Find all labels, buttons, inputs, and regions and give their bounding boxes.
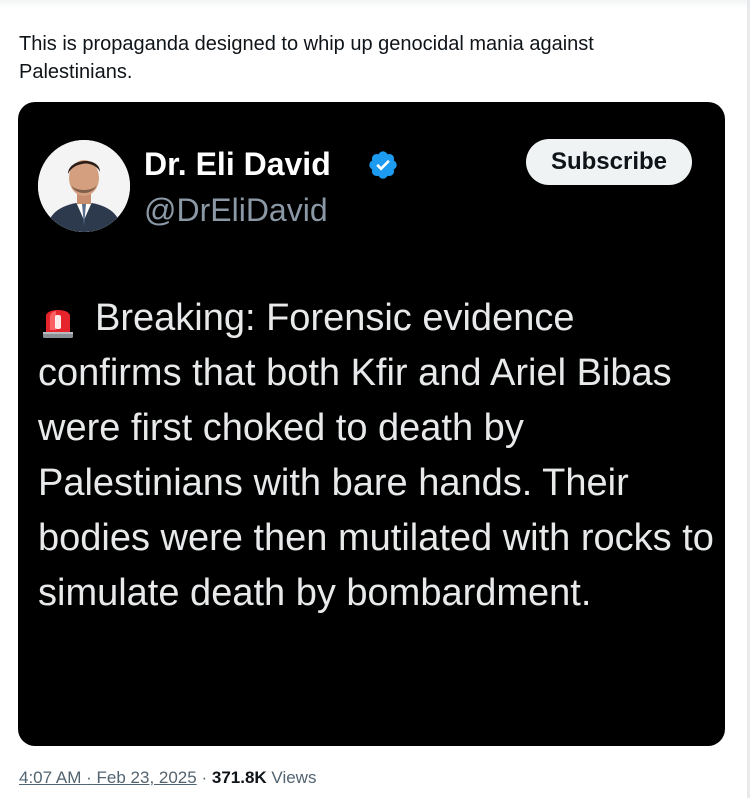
views-label: Views	[271, 768, 317, 787]
meta-separator: ·	[201, 768, 208, 787]
tweet-date: Feb 23, 2025	[96, 768, 197, 787]
embedded-post-image[interactable]: Dr. Eli David @DrEliDavid Subscribe Brea…	[18, 102, 725, 746]
author-avatar	[38, 140, 130, 232]
tweet-time: 4:07 AM	[19, 768, 82, 787]
author-name: Dr. Eli David	[144, 146, 331, 182]
tweet-text: This is propaganda designed to whip up g…	[19, 33, 594, 83]
subscribe-button[interactable]: Subscribe	[526, 139, 692, 185]
meta-separator: ·	[86, 768, 92, 787]
tweet-timestamp-link[interactable]: 4:07 AM · Feb 23, 2025	[19, 768, 197, 787]
tweet-meta: 4:07 AM · Feb 23, 2025 · 371.8K Views	[19, 766, 316, 790]
top-divider	[0, 0, 750, 8]
views-count: 371.8K	[211, 768, 267, 787]
author-handle: @DrEliDavid	[144, 192, 328, 228]
embedded-post-text: Breaking: Forensic evidence confirms tha…	[38, 297, 714, 614]
verified-badge-icon	[369, 151, 397, 179]
